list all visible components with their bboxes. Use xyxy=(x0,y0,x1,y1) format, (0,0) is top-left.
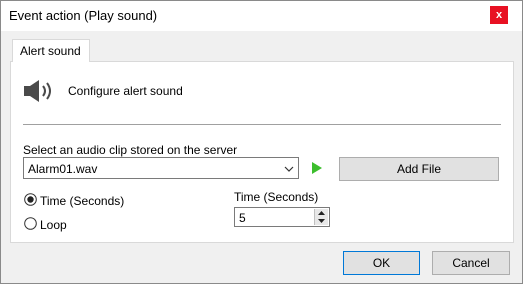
decrement-arrow-icon[interactable] xyxy=(315,217,328,225)
tab-label: Alert sound xyxy=(20,44,81,58)
tab-alert-sound[interactable]: Alert sound xyxy=(12,39,90,62)
chevron-down-icon xyxy=(284,166,294,172)
dialog-window: Event action (Play sound) x Alert sound … xyxy=(0,0,523,284)
radio-loop[interactable] xyxy=(24,217,37,230)
audio-clip-select[interactable]: Alarm01.wav xyxy=(23,157,299,179)
ok-button[interactable]: OK xyxy=(343,251,420,275)
radio-time-label: Time (Seconds) xyxy=(40,194,125,208)
increment-arrow-icon[interactable] xyxy=(315,209,328,217)
divider xyxy=(23,124,501,125)
header-text: Configure alert sound xyxy=(68,84,183,98)
title-bar: Event action (Play sound) x xyxy=(1,1,522,31)
stepper-buttons xyxy=(314,209,328,225)
close-icon: x xyxy=(495,9,503,21)
radio-loop-label: Loop xyxy=(40,218,67,232)
duration-label: Time (Seconds) xyxy=(234,190,319,204)
tab-panel: Configure alert sound Select an audio cl… xyxy=(10,61,514,243)
duration-value: 5 xyxy=(239,211,246,225)
window-title: Event action (Play sound) xyxy=(9,8,158,23)
radio-time-seconds[interactable] xyxy=(24,193,37,206)
audio-clip-label: Select an audio clip stored on the serve… xyxy=(23,143,238,157)
play-icon[interactable] xyxy=(311,161,323,175)
add-file-button[interactable]: Add File xyxy=(339,157,499,181)
speaker-icon xyxy=(24,80,51,102)
close-button[interactable]: x xyxy=(490,6,508,24)
duration-stepper[interactable]: 5 xyxy=(234,207,330,227)
cancel-button[interactable]: Cancel xyxy=(432,251,510,275)
audio-clip-value: Alarm01.wav xyxy=(28,162,98,176)
